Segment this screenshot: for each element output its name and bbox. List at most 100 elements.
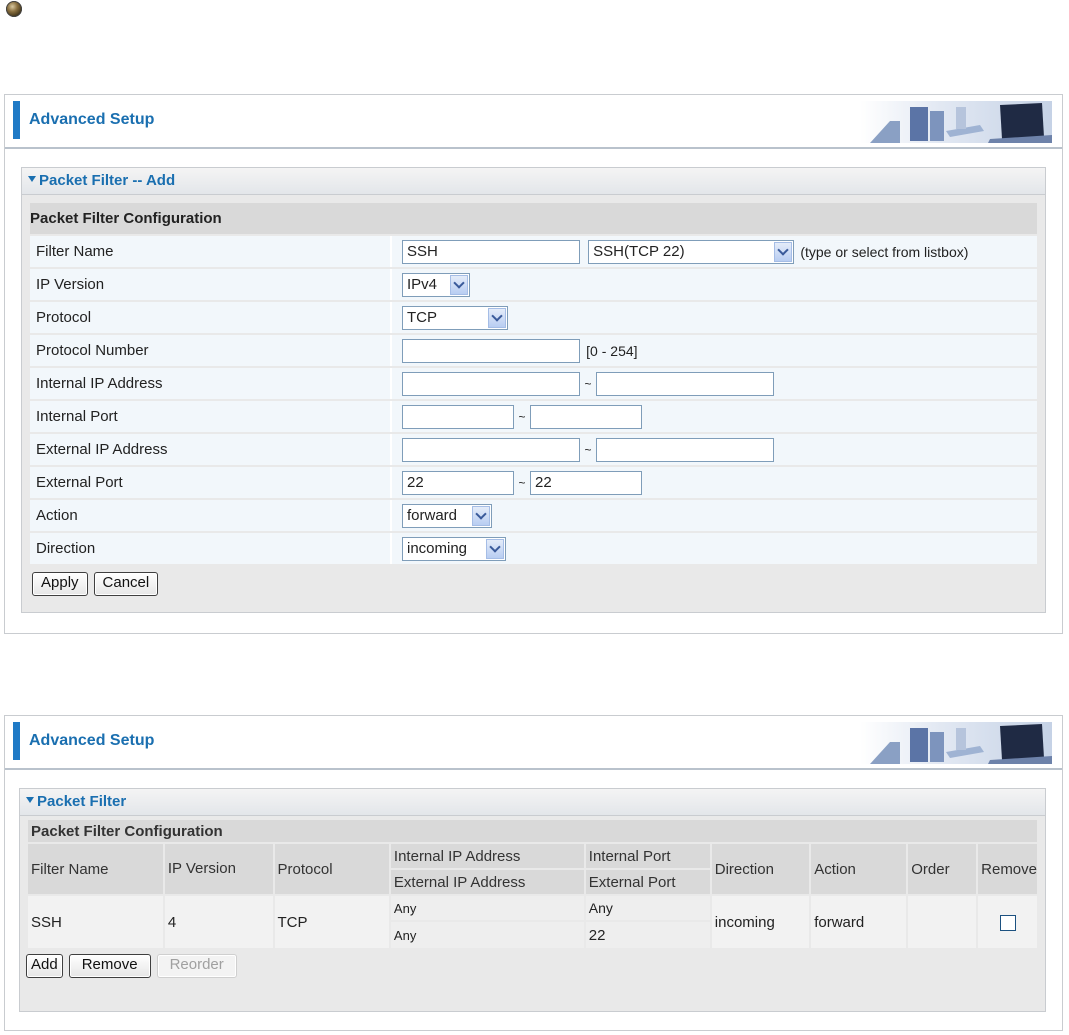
range-separator: ~ — [518, 475, 526, 490]
remove-button[interactable]: Remove — [68, 954, 151, 978]
col-order: Order — [908, 844, 977, 894]
row-external-ip: External IP Address ~ — [30, 434, 1037, 465]
external-port-start-input[interactable]: 22 — [402, 470, 514, 495]
collapse-arrow-icon[interactable] — [26, 797, 34, 804]
direction-value: incoming — [407, 540, 468, 557]
internal-port-label: Internal Port — [30, 401, 392, 432]
dropdown-button[interactable] — [774, 241, 793, 262]
chevron-down-icon — [453, 276, 465, 289]
ip-version-label: IP Version — [30, 269, 392, 300]
protocol-number-input[interactable] — [402, 338, 580, 363]
list-body: Packet Filter Configuration Filter Name … — [20, 816, 1045, 988]
protocol-label: Protocol — [30, 302, 392, 333]
cell-action: forward — [811, 896, 907, 948]
action-value: forward — [407, 507, 458, 524]
cell-ip-version: 4 — [164, 896, 273, 948]
packet-filter-add-section: Packet Filter -- Add Packet Filter Confi… — [21, 167, 1046, 613]
config-form: Packet Filter Configuration Filter Name … — [30, 201, 1037, 566]
office-banner-icon — [860, 722, 1052, 764]
row-internal-ip: Internal IP Address ~ — [30, 368, 1037, 399]
protocol-value: TCP — [407, 309, 437, 326]
add-button[interactable]: Add — [26, 954, 63, 978]
remove-checkbox[interactable] — [999, 914, 1016, 931]
row-protocol: Protocol TCP — [30, 302, 1037, 333]
chevron-down-icon — [475, 507, 487, 520]
reorder-button[interactable]: Reorder — [156, 954, 237, 978]
section-title-text: Packet Filter -- Add — [39, 172, 176, 189]
chevron-down-icon — [777, 243, 789, 256]
dropdown-button[interactable] — [488, 307, 506, 328]
list-buttons: Add Remove Reorder — [26, 950, 1039, 988]
action-select[interactable]: forward — [402, 503, 492, 528]
protocol-number-label: Protocol Number — [30, 335, 392, 366]
internal-port-start-input[interactable] — [402, 404, 514, 429]
cancel-button[interactable]: Cancel — [93, 572, 159, 596]
panel-header: Advanced Setup — [5, 95, 1062, 149]
external-ip-end-input[interactable] — [596, 437, 774, 462]
cell-external-ip: Any — [390, 922, 584, 948]
header-accent-bar — [13, 101, 20, 139]
col-filter-name: Filter Name — [28, 844, 163, 894]
section-title: Packet Filter -- Add — [22, 168, 1045, 195]
config-heading: Packet Filter Configuration — [30, 203, 1037, 234]
cell-order — [908, 896, 977, 948]
cell-protocol: TCP — [274, 896, 389, 948]
col-external-port: External Port — [585, 870, 710, 894]
filter-list-panel: Advanced Setup Packet Filter Packet Filt… — [4, 715, 1063, 1031]
col-internal-ip: Internal IP Address — [390, 844, 584, 868]
cell-filter-name: SSH — [28, 896, 163, 948]
internal-ip-start-input[interactable] — [402, 371, 580, 396]
protocol-select[interactable]: TCP — [402, 305, 508, 330]
row-protocol-number: Protocol Number [0 - 254] — [30, 335, 1037, 366]
col-remove: Remove — [978, 844, 1037, 894]
apply-button[interactable]: Apply — [32, 572, 88, 596]
row-direction: Direction incoming — [30, 533, 1037, 564]
filter-name-select-value: SSH(TCP 22) — [593, 243, 685, 260]
filter-table: Packet Filter Configuration Filter Name … — [26, 818, 1039, 950]
cell-internal-port: Any — [585, 896, 710, 920]
ip-version-value: IPv4 — [407, 276, 438, 293]
row-filter-name: Filter Name SSH SSH(TCP 22) (type or sel… — [30, 236, 1037, 267]
section-title-text: Packet Filter — [37, 793, 127, 810]
filter-name-select[interactable]: SSH(TCP 22) — [588, 239, 795, 264]
dropdown-button[interactable] — [450, 274, 468, 295]
dropdown-button[interactable] — [486, 538, 504, 559]
panel-header: Advanced Setup — [5, 716, 1062, 770]
page-title: Advanced Setup — [29, 732, 155, 749]
config-heading: Packet Filter Configuration — [28, 820, 1037, 842]
action-label: Action — [30, 500, 392, 531]
filter-name-label: Filter Name — [30, 236, 392, 267]
range-separator: ~ — [584, 442, 592, 457]
collapse-arrow-icon[interactable] — [28, 176, 36, 183]
filter-name-hint: (type or select from listbox) — [800, 243, 969, 260]
ip-version-select[interactable]: IPv4 — [402, 272, 470, 297]
external-port-end-input[interactable]: 22 — [530, 470, 642, 495]
cell-remove — [978, 896, 1037, 948]
direction-select[interactable]: incoming — [402, 536, 506, 561]
col-internal-port: Internal Port — [585, 844, 710, 868]
cell-external-port: 22 — [585, 922, 710, 948]
col-ip-version: IP Version — [164, 844, 273, 894]
internal-port-end-input[interactable] — [530, 404, 642, 429]
col-protocol: Protocol — [274, 844, 389, 894]
protocol-number-hint: [0 - 254] — [586, 342, 638, 359]
external-ip-label: External IP Address — [30, 434, 392, 465]
table-header-row: Filter Name IP Version Protocol Internal… — [28, 844, 1037, 894]
section-title: Packet Filter — [20, 789, 1045, 816]
row-action: Action forward — [30, 500, 1037, 531]
range-separator: ~ — [518, 409, 526, 424]
col-action: Action — [811, 844, 907, 894]
external-ip-start-input[interactable] — [402, 437, 580, 462]
add-filter-panel: Advanced Setup Packet Filter -- Add Pack… — [4, 94, 1063, 634]
chevron-down-icon — [489, 540, 501, 553]
external-port-label: External Port — [30, 467, 392, 498]
row-internal-port: Internal Port ~ — [30, 401, 1037, 432]
bullet-icon — [6, 1, 22, 17]
packet-filter-list-section: Packet Filter Packet Filter Configuratio… — [19, 788, 1046, 1012]
dropdown-button[interactable] — [472, 505, 490, 526]
header-accent-bar — [13, 722, 20, 760]
filter-name-input[interactable]: SSH — [402, 239, 580, 264]
internal-ip-end-input[interactable] — [596, 371, 774, 396]
table-row: SSH 4 TCP Any Any incoming forward — [28, 896, 1037, 948]
page-title: Advanced Setup — [29, 111, 155, 128]
